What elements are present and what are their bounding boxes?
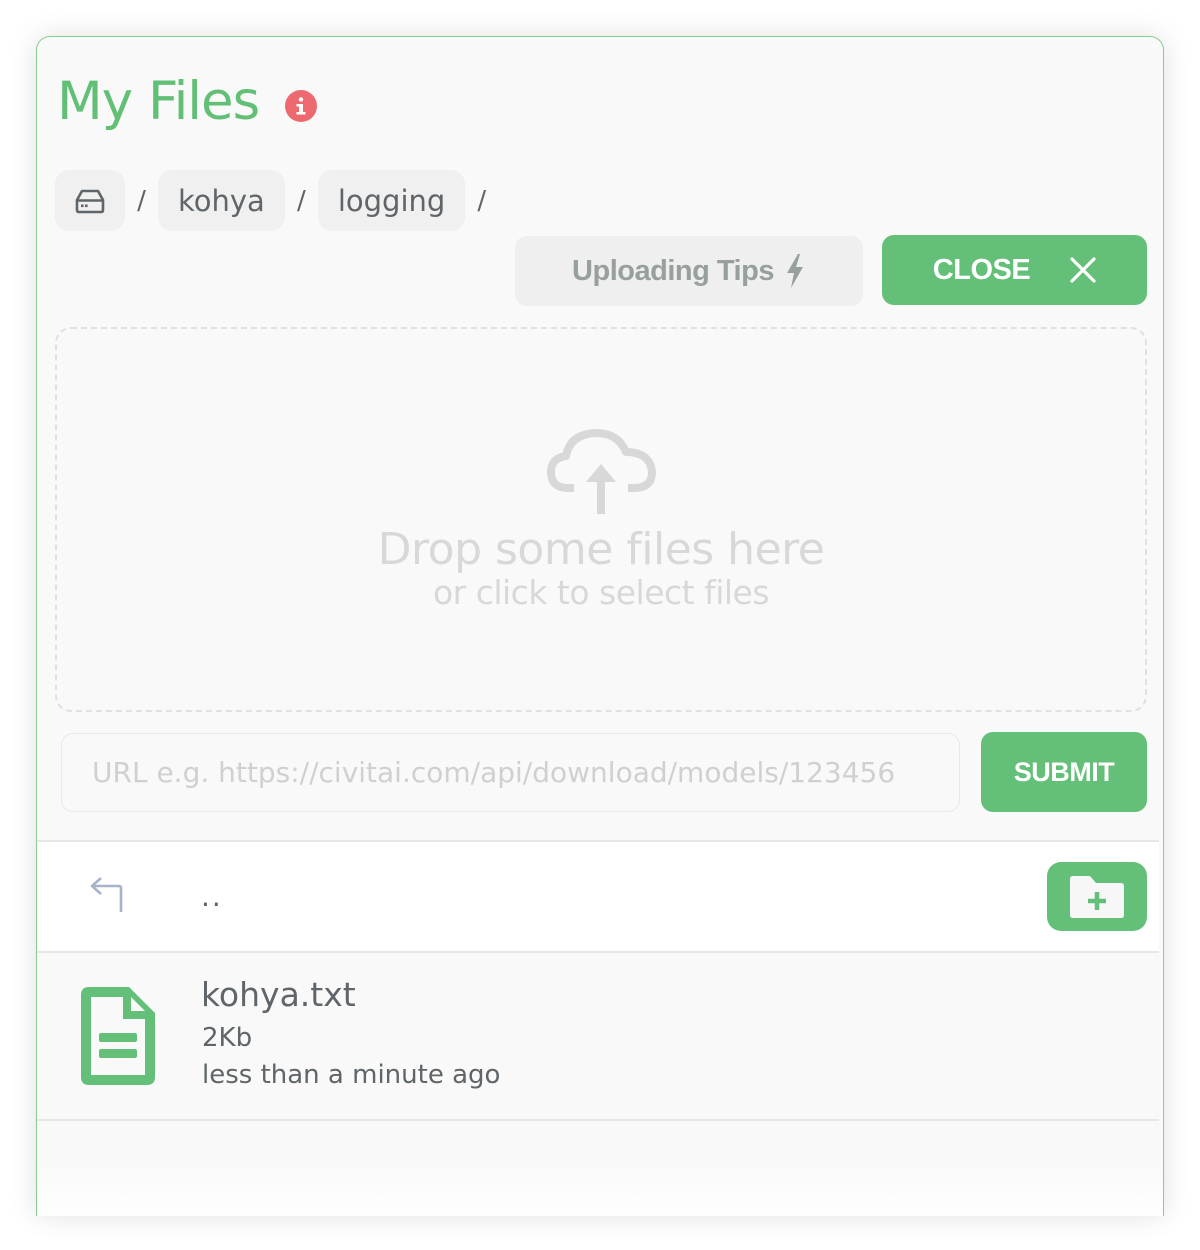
text-file-icon (81, 987, 155, 1085)
parent-directory-row[interactable]: .. (37, 840, 1159, 953)
page-title: My Files (57, 71, 260, 132)
breadcrumb-item-kohya[interactable]: kohya (158, 170, 285, 231)
header: My Files (57, 67, 318, 137)
close-label: CLOSE (932, 253, 1031, 286)
breadcrumb-separator: / (296, 185, 306, 216)
breadcrumb-root[interactable] (55, 170, 125, 231)
bottom-fade (37, 1160, 1163, 1216)
dropzone-sub-text: or click to select files (432, 572, 770, 612)
breadcrumb: / kohya / logging / (55, 170, 498, 231)
uploading-tips-label: Uploading Tips (572, 254, 774, 287)
return-up-arrow-icon (90, 877, 123, 912)
url-input[interactable] (61, 733, 960, 812)
breadcrumb-separator: / (477, 185, 487, 216)
close-button[interactable]: CLOSE (882, 235, 1147, 305)
file-size: 2Kb (202, 1023, 253, 1053)
lightning-bolt-icon (786, 254, 803, 288)
close-x-icon (1070, 257, 1096, 283)
file-dropzone[interactable]: Drop some files here or click to select … (55, 327, 1147, 712)
breadcrumb-item-logging[interactable]: logging (317, 170, 466, 231)
my-files-panel: My Files / kohya / logging / Uploading T… (36, 36, 1164, 1216)
breadcrumb-separator: / (137, 185, 146, 216)
dropzone-main-text: Drop some files here (377, 523, 825, 575)
info-circle-icon[interactable] (285, 90, 318, 122)
cloud-upload-icon (547, 428, 656, 514)
file-row[interactable]: kohya.txt 2Kb less than a minute ago (37, 953, 1159, 1121)
file-modified-time: less than a minute ago (202, 1060, 501, 1090)
uploading-tips-button[interactable]: Uploading Tips (515, 236, 863, 306)
folder-plus-icon (1070, 875, 1124, 918)
parent-directory-label: .. (201, 880, 223, 913)
hard-drive-icon (75, 189, 105, 213)
file-name: kohya.txt (201, 975, 356, 1014)
submit-button[interactable]: SUBMIT (981, 732, 1147, 812)
new-folder-button[interactable] (1047, 862, 1147, 931)
file-list: .. kohya.txt 2Kb less than a minute ago (37, 840, 1159, 1121)
